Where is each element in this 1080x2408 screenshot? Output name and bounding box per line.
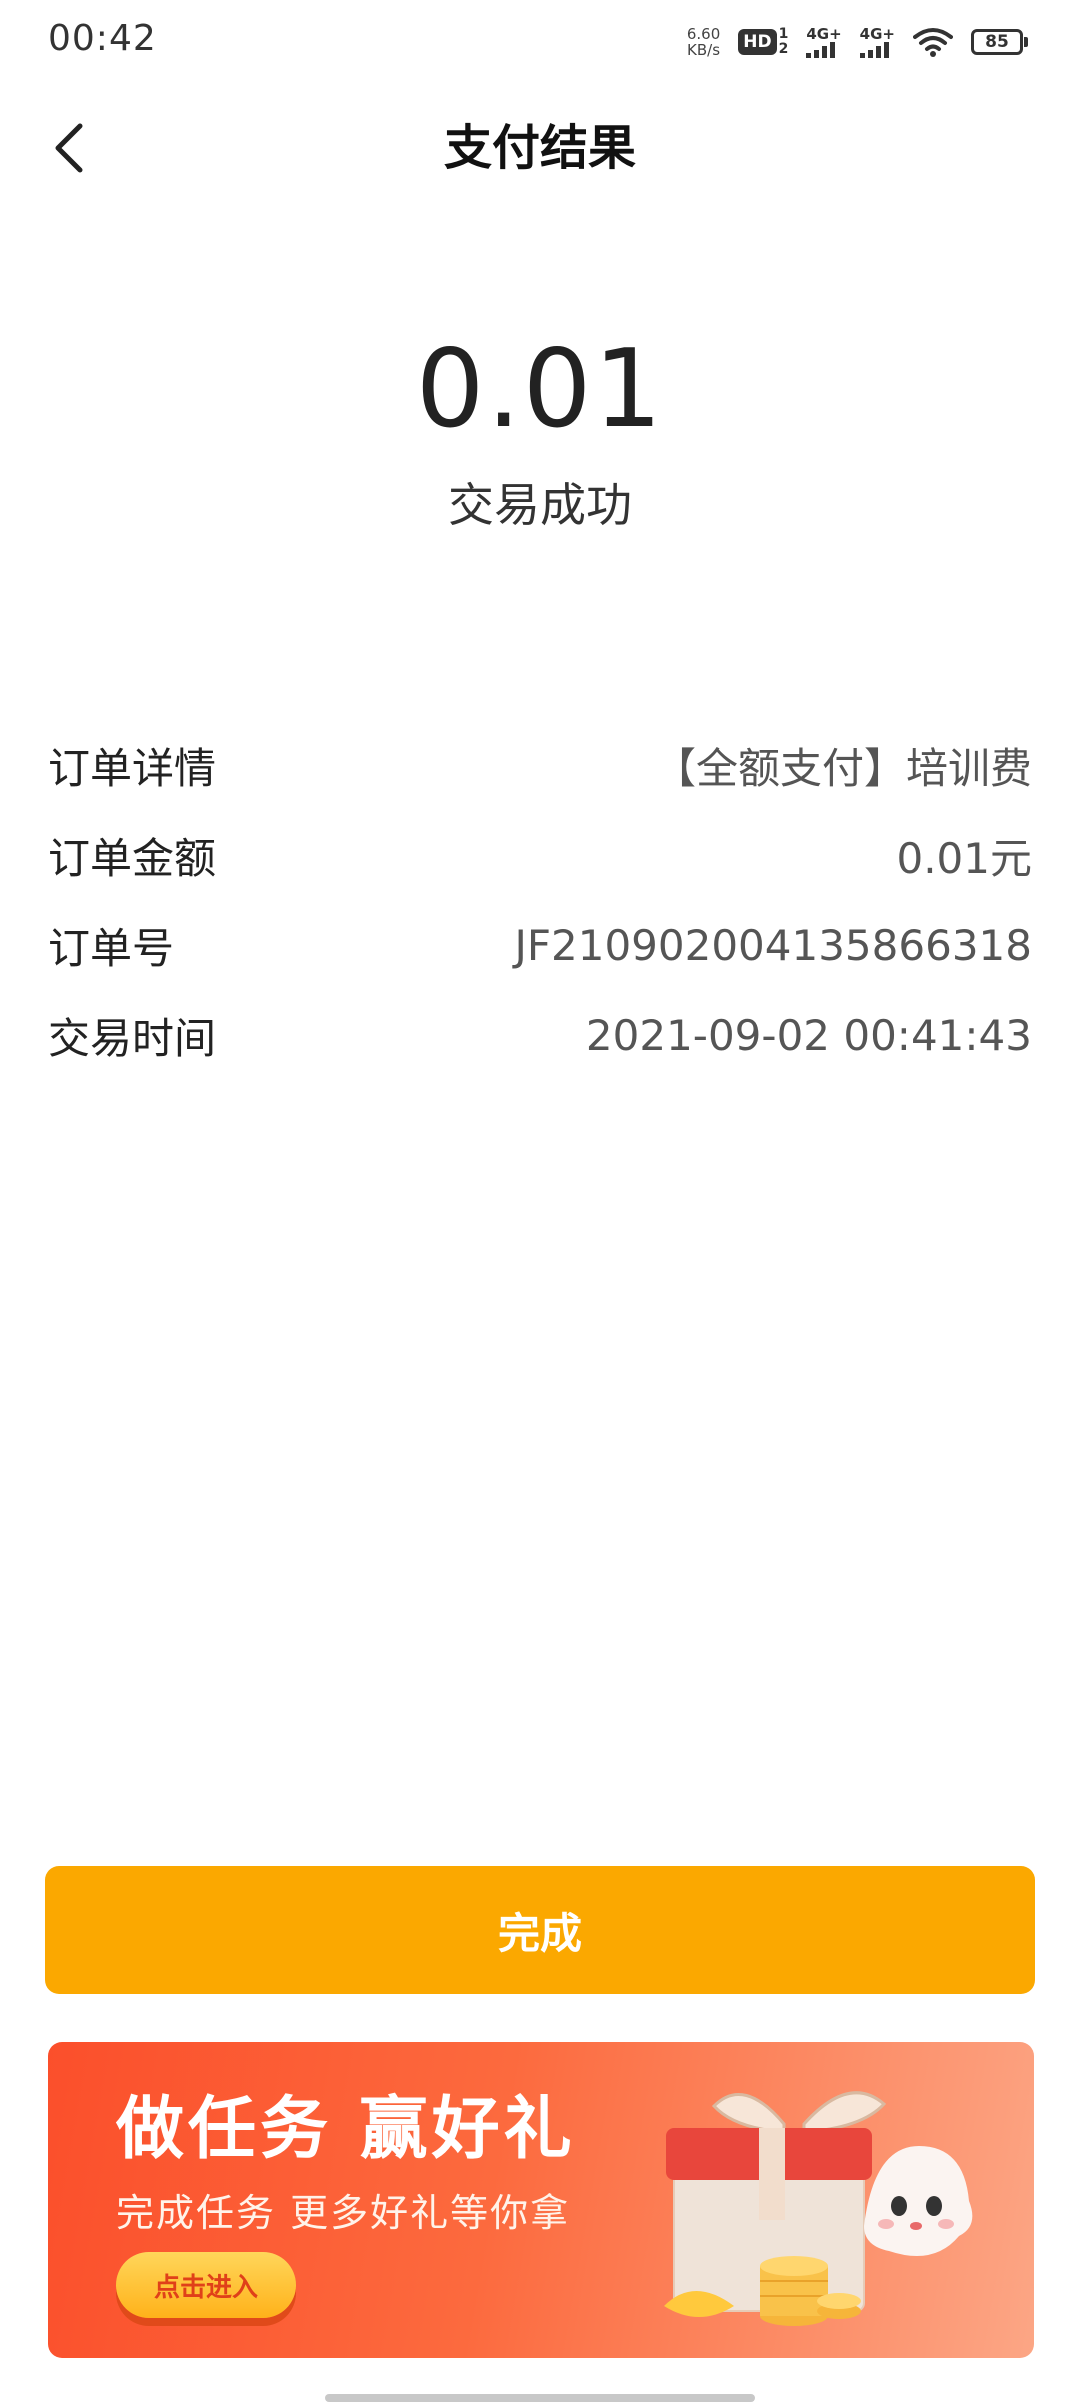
wifi-icon [913, 28, 953, 57]
status-bar: 00:42 6.60 KB/s HD 1 2 4G+ 4G+ 85 [0, 0, 1080, 84]
battery-level: 85 [971, 29, 1023, 55]
detail-value: 【全额支付】培训费 [653, 743, 1032, 793]
detail-value: 0.01元 [896, 833, 1032, 883]
home-indicator[interactable] [325, 2394, 755, 2402]
signal-1-label: 4G+ [806, 25, 842, 43]
battery-icon: 85 [971, 29, 1028, 55]
promo-banner[interactable]: 做任务 赢好礼 完成任务 更多好礼等你拿 点击进入 [48, 2042, 1034, 2358]
page-title: 支付结果 [443, 120, 636, 176]
gift-box-icon [664, 2091, 973, 2326]
detail-row-order-amount: 订单金额 0.01元 [48, 810, 1032, 900]
detail-label: 订单金额 [48, 833, 217, 883]
hd-sim-top: 1 [778, 26, 789, 42]
status-time: 00:42 [48, 18, 157, 59]
detail-row-order-info: 订单详情 【全额支付】培训费 [48, 720, 1032, 810]
hd-sim-bottom: 2 [778, 41, 789, 57]
hd-label: HD [738, 29, 777, 55]
detail-label: 交易时间 [48, 1013, 217, 1063]
banner-title: 做任务 赢好礼 [116, 2090, 576, 2169]
done-button[interactable]: 完成 [45, 1866, 1035, 1994]
network-speed: 6.60 KB/s [687, 26, 720, 58]
banner-enter-button[interactable]: 点击进入 [116, 2252, 296, 2318]
detail-row-transaction-time: 交易时间 2021-09-02 00:41:43 [48, 990, 1032, 1080]
signal-2-icon: 4G+ [859, 25, 895, 58]
network-speed-unit: KB/s [687, 41, 721, 59]
payment-status: 交易成功 [448, 478, 632, 532]
detail-label: 订单号 [48, 923, 175, 973]
network-speed-value: 6.60 [686, 25, 721, 43]
payment-amount: 0.01 [415, 327, 665, 452]
signal-2-label: 4G+ [859, 25, 895, 43]
detail-value: JF2109020041358663​18 [514, 920, 1032, 970]
status-icons: 6.60 KB/s HD 1 2 4G+ 4G+ 85 [687, 20, 1028, 64]
detail-label: 订单详情 [48, 743, 217, 793]
hd-voice-icon: HD 1 2 [738, 27, 788, 57]
signal-1-icon: 4G+ [806, 25, 842, 58]
banner-subtitle: 完成任务 更多好礼等你拿 [116, 2191, 571, 2235]
detail-value: 2021-09-02 00:41:43 [585, 1010, 1032, 1060]
detail-row-order-number: 订单号 JF2109020041358663​18 [48, 900, 1032, 990]
nav-bar: 支付结果 [0, 90, 1080, 206]
order-details: 订单详情 【全额支付】培训费 订单金额 0.01元 订单号 JF21090200… [48, 720, 1032, 1080]
